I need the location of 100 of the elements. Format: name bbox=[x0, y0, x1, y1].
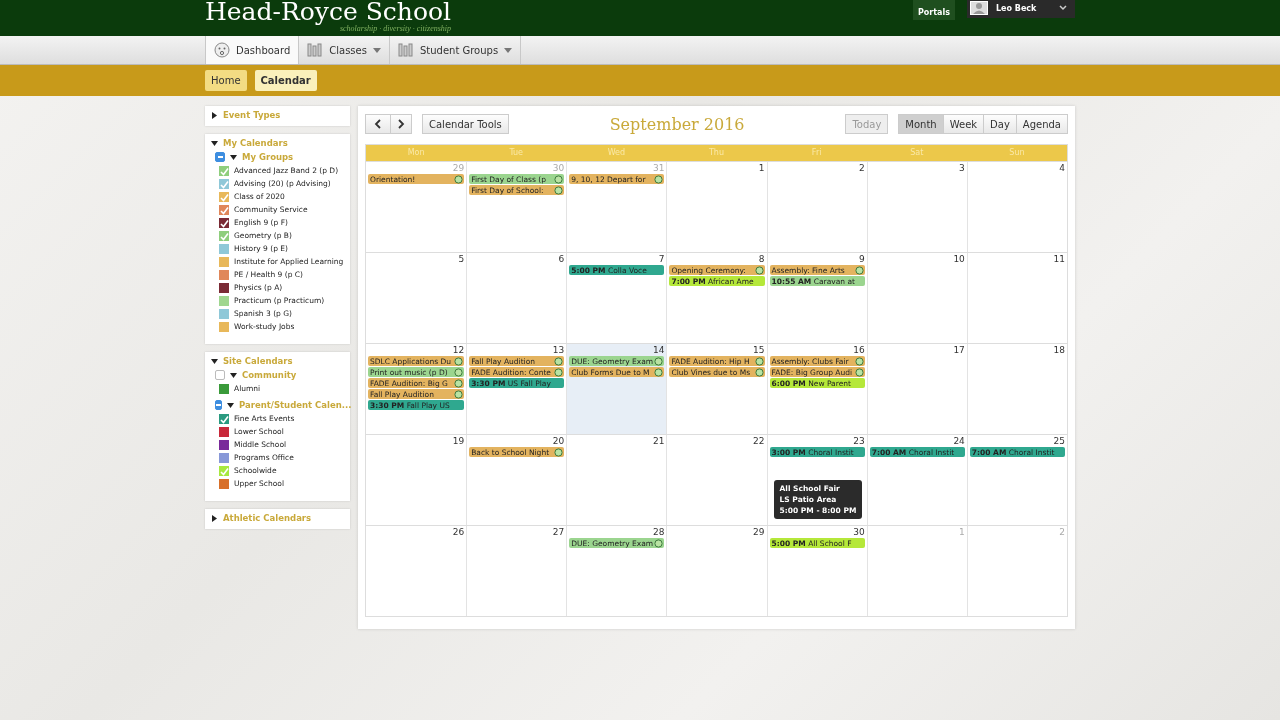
day-cell[interactable]: 22 bbox=[666, 435, 767, 525]
status-circle-icon bbox=[554, 174, 564, 184]
weekday-header: Tue bbox=[508, 147, 525, 159]
day-cell[interactable]: 19 bbox=[366, 435, 467, 525]
status-circle-icon bbox=[554, 185, 564, 195]
group-checkbox[interactable] bbox=[215, 370, 225, 380]
calendar-checkbox[interactable] bbox=[219, 296, 229, 306]
weekday-header: Thu bbox=[707, 147, 725, 159]
status-circle-icon bbox=[854, 356, 864, 366]
status-circle-icon bbox=[554, 356, 564, 366]
day-number: 26 bbox=[452, 527, 465, 537]
calendar-checkbox[interactable] bbox=[219, 453, 229, 463]
day-cell[interactable]: 27 bbox=[466, 526, 567, 616]
day-number: 23 bbox=[853, 436, 865, 446]
nav-tab[interactable]: Dashboard bbox=[205, 36, 300, 64]
calendar-tools-button[interactable]: Calendar Tools bbox=[422, 114, 509, 134]
status-circle-icon bbox=[454, 174, 464, 184]
dashboard-icon bbox=[214, 42, 230, 58]
chevron-left-icon bbox=[374, 119, 382, 129]
user-menu[interactable]: Leo Beck bbox=[967, 0, 1075, 18]
books-icon bbox=[397, 43, 414, 57]
weekday-header: Wed bbox=[606, 147, 627, 159]
day-cell[interactable]: 10 bbox=[866, 253, 967, 343]
day-cell[interactable]: 6 bbox=[466, 253, 567, 343]
calendar-checkbox[interactable] bbox=[219, 270, 229, 280]
day-number: 3 bbox=[959, 163, 965, 173]
tagline: scholarship · diversity · citizenship bbox=[339, 24, 452, 33]
status-circle-icon bbox=[854, 367, 864, 377]
day-cell[interactable]: 26 bbox=[366, 526, 467, 616]
calendar-checkbox[interactable] bbox=[219, 427, 229, 437]
weekday-header: Sun bbox=[1008, 147, 1026, 159]
view-tab[interactable]: Day bbox=[984, 114, 1017, 134]
group-checkbox[interactable] bbox=[215, 152, 225, 162]
calendar-checkbox[interactable] bbox=[219, 414, 229, 424]
calendar-checkbox[interactable] bbox=[219, 309, 229, 319]
calendar-checkbox[interactable] bbox=[219, 440, 229, 450]
day-cell[interactable]: 2 bbox=[766, 162, 867, 252]
calendar-checkbox[interactable] bbox=[219, 384, 229, 394]
breadcrumb-link[interactable]: Home bbox=[205, 70, 247, 91]
calendar-checkbox[interactable] bbox=[219, 322, 229, 332]
day-cell[interactable]: 1 bbox=[666, 162, 767, 252]
month-title: September 2016 bbox=[608, 114, 746, 134]
day-cell[interactable]: 11 bbox=[966, 253, 1067, 343]
school-logo[interactable]: Head-Royce School bbox=[205, 0, 452, 24]
nav-tab[interactable]: Student Groups bbox=[389, 36, 522, 64]
next-button[interactable] bbox=[391, 114, 412, 134]
nav-tab[interactable]: Classes bbox=[299, 36, 390, 64]
day-number: 5 bbox=[458, 254, 465, 264]
day-cell[interactable]: 21 bbox=[566, 435, 667, 525]
day-number: 24 bbox=[953, 436, 965, 446]
calendar-checkbox[interactable] bbox=[219, 192, 229, 202]
calendar-checkbox[interactable] bbox=[219, 283, 229, 293]
day-number: 28 bbox=[652, 527, 665, 537]
view-tab[interactable]: Week bbox=[943, 114, 985, 134]
view-tab[interactable]: Month bbox=[898, 114, 944, 134]
day-number: 22 bbox=[753, 436, 765, 446]
calendar-checkbox[interactable] bbox=[219, 466, 229, 476]
day-number: 2 bbox=[858, 163, 865, 173]
day-cell[interactable]: 4 bbox=[966, 162, 1067, 252]
breadcrumb-link[interactable]: Calendar bbox=[254, 70, 317, 91]
day-number: 19 bbox=[452, 436, 465, 446]
disclosure-icon bbox=[211, 111, 218, 119]
day-number: 7 bbox=[658, 254, 665, 264]
calendar-checkbox[interactable] bbox=[219, 231, 229, 241]
day-cell[interactable]: 18 bbox=[966, 344, 1067, 434]
status-circle-icon bbox=[654, 367, 664, 377]
calendar-checkbox[interactable] bbox=[219, 205, 229, 215]
day-number: 1 bbox=[959, 527, 965, 537]
calendar-checkbox[interactable] bbox=[219, 257, 229, 267]
day-cell[interactable]: 17 bbox=[866, 344, 967, 434]
calendar-checkbox[interactable] bbox=[219, 218, 229, 228]
weekday-header: Fri bbox=[810, 147, 823, 159]
disclosure-icon bbox=[211, 139, 218, 147]
day-number: 1 bbox=[758, 163, 765, 173]
day-number: 17 bbox=[953, 345, 965, 355]
status-circle-icon bbox=[554, 447, 564, 457]
disclosure-icon bbox=[230, 371, 237, 379]
calendar-checkbox[interactable] bbox=[219, 479, 229, 489]
day-cell[interactable]: 29 bbox=[666, 526, 767, 616]
portals-button[interactable]: Portals bbox=[912, 0, 955, 20]
books-icon bbox=[307, 43, 324, 57]
day-number: 12 bbox=[452, 345, 465, 355]
day-cell[interactable]: 5 bbox=[366, 253, 467, 343]
day-number: 30 bbox=[552, 163, 565, 173]
status-circle-icon bbox=[854, 265, 864, 275]
disclosure-icon bbox=[211, 357, 218, 365]
status-circle-icon bbox=[754, 356, 764, 366]
group-checkbox[interactable] bbox=[215, 400, 222, 410]
day-number: 29 bbox=[753, 527, 765, 537]
day-cell[interactable]: 3 bbox=[866, 162, 967, 252]
day-number: 27 bbox=[552, 527, 565, 537]
calendar-checkbox[interactable] bbox=[219, 244, 229, 254]
view-tab[interactable]: Agenda bbox=[1016, 114, 1068, 134]
day-number: 16 bbox=[853, 345, 865, 355]
calendar-checkbox[interactable] bbox=[219, 166, 229, 176]
calendar-checkbox[interactable] bbox=[219, 179, 229, 189]
previous-button[interactable] bbox=[365, 114, 391, 134]
day-number: 2 bbox=[1059, 527, 1065, 537]
avatar-icon bbox=[970, 1, 988, 15]
status-circle-icon bbox=[454, 356, 464, 366]
